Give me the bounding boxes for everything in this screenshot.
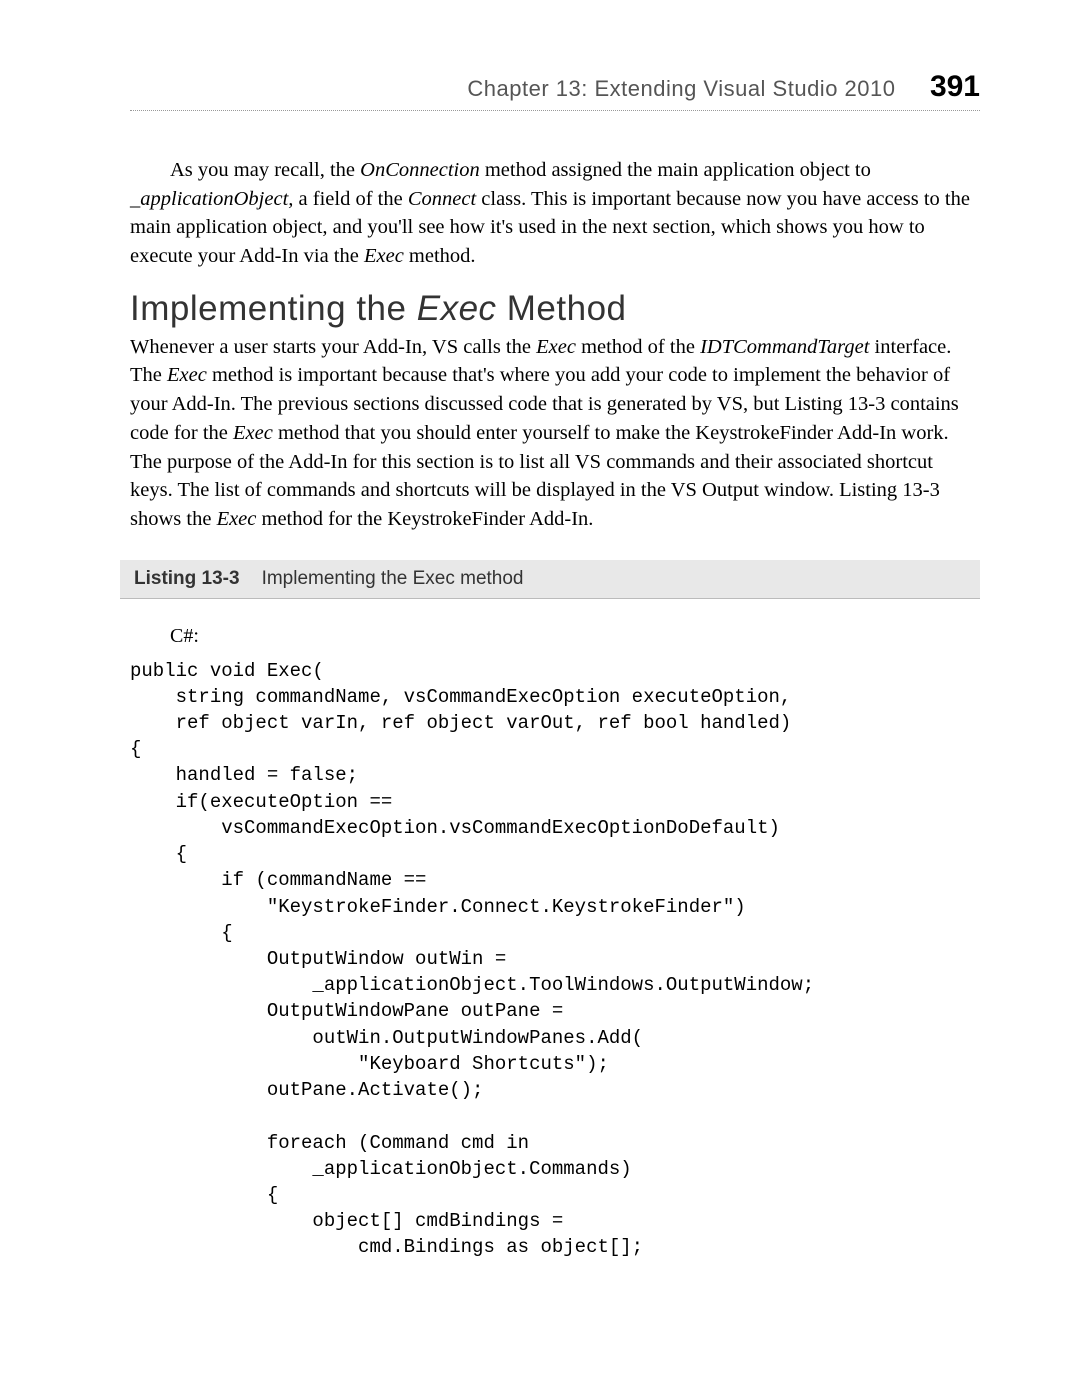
term-exec-3: Exec	[167, 364, 207, 386]
term-connect: Connect	[408, 188, 476, 210]
term-applicationobject: _applicationObject,	[130, 188, 293, 210]
page-content: Chapter 13: Extending Visual Studio 2010…	[0, 0, 1080, 1311]
listing-header: Listing 13-3 Implementing the Exec method	[120, 560, 980, 599]
paragraph-2: Whenever a user starts your Add-In, VS c…	[130, 333, 980, 534]
code-language-label: C#:	[170, 625, 980, 648]
listing-caption: Implementing the Exec method	[262, 568, 524, 589]
section-heading: Implementing the Exec Method	[130, 289, 980, 329]
term-onconnection: OnConnection	[360, 159, 480, 181]
term-exec-1: Exec	[364, 245, 404, 267]
term-exec-5: Exec	[217, 508, 257, 530]
term-exec-2: Exec	[536, 336, 576, 358]
paragraph-1: As you may recall, the OnConnection meth…	[130, 156, 980, 271]
listing-number: Listing 13-3	[134, 568, 240, 589]
term-exec-4: Exec	[233, 422, 273, 444]
page-header: Chapter 13: Extending Visual Studio 2010…	[130, 70, 980, 111]
term-idtcommandtarget: IDTCommandTarget	[700, 336, 869, 358]
page-number: 391	[930, 70, 980, 103]
chapter-title: Chapter 13: Extending Visual Studio 2010	[467, 76, 895, 101]
code-block: public void Exec( string commandName, vs…	[130, 658, 980, 1261]
